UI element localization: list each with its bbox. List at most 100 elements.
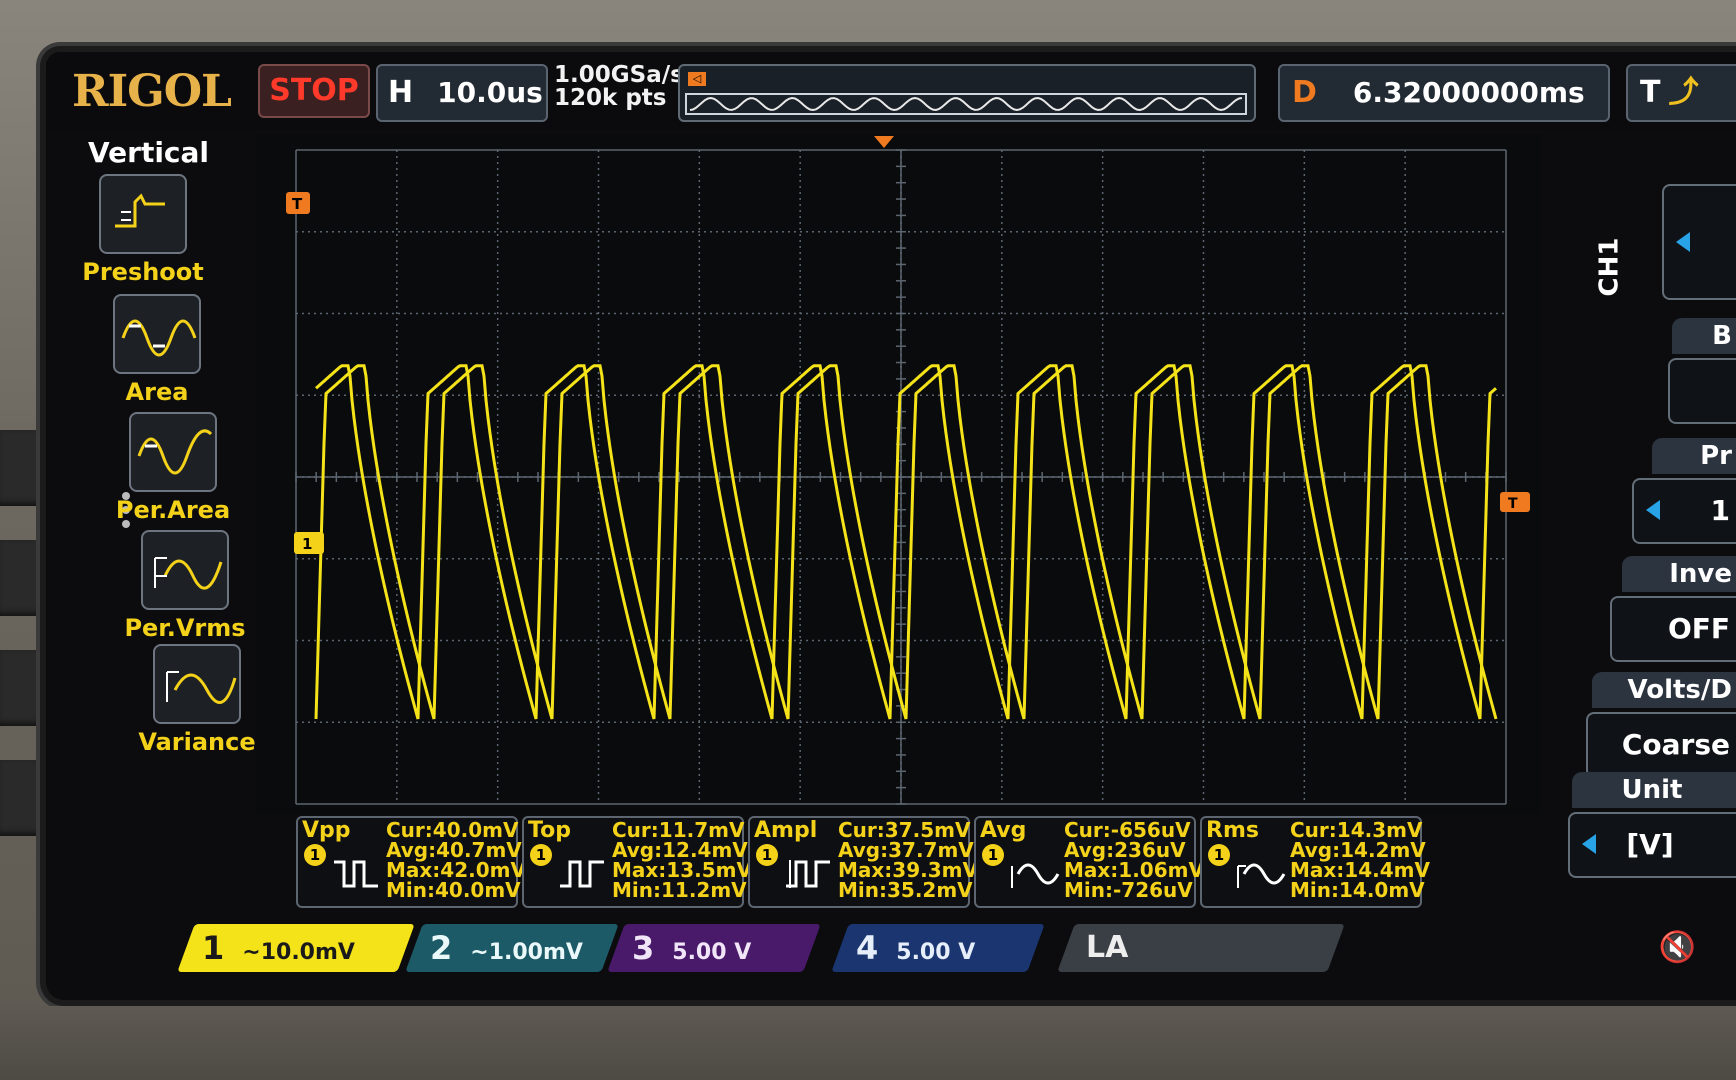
- logic-analyzer-label: LA: [1086, 930, 1129, 965]
- measurement-channel-badge: 1: [1208, 844, 1230, 866]
- pulse-icon: [560, 860, 604, 888]
- timebase-box[interactable]: H 10.0us: [376, 64, 548, 122]
- menu-value-invert[interactable]: OFF: [1610, 596, 1736, 662]
- menu-item-area[interactable]: Area: [52, 294, 262, 406]
- left-softkey-menu: Vertical Preshoot Area Per.Area Per.Vrms: [46, 132, 256, 872]
- period-area-icon: [129, 412, 217, 492]
- area-icon: [113, 294, 201, 374]
- channel-scale: 5.00 V: [896, 940, 976, 965]
- ch1-ground-marker[interactable]: 1: [294, 532, 324, 554]
- timebase-label: H: [388, 75, 414, 110]
- measurement-cur: Cur:40.0mV: [386, 818, 519, 842]
- preshoot-icon: [99, 174, 187, 254]
- menu-item-preshoot[interactable]: Preshoot: [46, 174, 248, 286]
- measurement-channel-badge: 1: [530, 844, 552, 866]
- status-bar: RIGOL STOP H 10.0us 1.00GSa/s 120k pts ◁ …: [46, 52, 1736, 130]
- channel-number: 3: [632, 929, 655, 967]
- rising-edge-icon: ⤴: [1668, 75, 1699, 110]
- brand-logo: RIGOL: [72, 66, 232, 117]
- waveform-display[interactable]: T 1 T: [256, 134, 1541, 814]
- pulse-icon: [786, 860, 830, 888]
- channel-4-tab[interactable]: 4 5.00 V: [831, 924, 1045, 972]
- channel-number: 1: [202, 929, 225, 967]
- measurement-cur: Cur:-656uV: [1064, 818, 1191, 842]
- channel-1-tab[interactable]: 1 ~10.0mV: [177, 924, 415, 972]
- timebase-value: 10.0us: [437, 76, 543, 109]
- measurement-max: Max:1.06mV: [1064, 858, 1204, 882]
- menu-item-per-area[interactable]: Per.Area: [68, 412, 278, 524]
- measurement-vpp[interactable]: Vpp 1 Cur:40.0mV Avg:40.7mV Max:42.0mV M…: [296, 816, 526, 908]
- svg-text:T: T: [292, 195, 303, 213]
- left-arrow-icon: [1646, 500, 1660, 520]
- menu-value-probe[interactable]: 1: [1632, 478, 1736, 544]
- measurement-max: Max:39.3mV: [838, 858, 978, 882]
- measurement-channel-badge: 1: [304, 844, 326, 866]
- memory-depth: 120k pts: [554, 85, 667, 111]
- menu-value-b[interactable]: [1668, 358, 1736, 424]
- delay-box[interactable]: D 6.32000000ms: [1278, 64, 1610, 122]
- sample-rate: 1.00GSa/s: [554, 62, 684, 88]
- channel-menu-header: [1662, 184, 1736, 300]
- menu-item-label: Per.Area: [115, 496, 231, 524]
- delay-value: 6.32000000ms: [1352, 76, 1585, 109]
- measurement-avg: Avg:37.7mV: [838, 838, 974, 862]
- measurement-values: Cur:14.3mV Avg:14.2mV Max:14.4mV Min:14.…: [1290, 820, 1430, 900]
- measurement-name: Top: [528, 818, 571, 843]
- measurement-avg: Avg:12.4mV: [612, 838, 748, 862]
- measurement-panel: Vpp 1 Cur:40.0mV Avg:40.7mV Max:42.0mV M…: [296, 816, 1596, 912]
- measurement-name: Rms: [1206, 818, 1259, 843]
- trigger-level-marker[interactable]: T: [1500, 492, 1530, 512]
- trigger-box[interactable]: T ⤴: [1626, 64, 1736, 122]
- pulse-icon: [334, 860, 378, 888]
- measurement-name: Ampl: [754, 818, 818, 843]
- measurement-values: Cur:11.7mV Avg:12.4mV Max:13.5mV Min:11.…: [612, 820, 752, 900]
- menu-title-volts-div: Volts/D: [1592, 672, 1736, 708]
- channel-status-bar: 1 ~10.0mV 2 ~1.00mV 3 5.00 V 4 5.00 V LA 🔇: [146, 924, 1736, 976]
- measurement-name: Vpp: [302, 818, 351, 843]
- menu-title-probe: Pr: [1652, 438, 1736, 474]
- measurement-avg[interactable]: Avg 1 Cur:-656uV Avg:236uV Max:1.06mV Mi…: [974, 816, 1204, 908]
- measurement-max: Max:14.4mV: [1290, 858, 1430, 882]
- menu-title-b: B: [1672, 318, 1736, 354]
- measurement-cur: Cur:37.5mV: [838, 818, 971, 842]
- channel-2-tab[interactable]: 2 ~1.00mV: [405, 924, 619, 972]
- channel-menu-title: CH1: [1594, 237, 1625, 297]
- measurement-name: Avg: [980, 818, 1027, 843]
- speaker-muted-icon[interactable]: 🔇: [1659, 930, 1696, 965]
- measurement-min: Min:-726uV: [1064, 878, 1193, 902]
- measurement-avg: Avg:236uV: [1064, 838, 1186, 862]
- measurement-top[interactable]: Top 1 Cur:11.7mV Avg:12.4mV Max:13.5mV M…: [522, 816, 752, 908]
- bezel-bottom: [0, 1006, 1736, 1080]
- acquisition-info: 1.00GSa/s 120k pts: [554, 64, 684, 110]
- measurement-channel-badge: 1: [756, 844, 778, 866]
- measurement-cur: Cur:11.7mV: [612, 818, 745, 842]
- sine-icon: [1237, 863, 1286, 888]
- run-stop-status[interactable]: STOP: [258, 64, 370, 118]
- measurement-min: Min:35.2mV: [838, 878, 973, 902]
- trigger-label: T: [1640, 75, 1661, 110]
- channel-3-tab[interactable]: 3 5.00 V: [607, 924, 821, 972]
- channel-scale: ~10.0mV: [242, 940, 355, 965]
- menu-title-unit: Unit: [1572, 772, 1736, 808]
- measurement-values: Cur:-656uV Avg:236uV Max:1.06mV Min:-726…: [1064, 820, 1204, 900]
- memory-waveform-preview: [685, 93, 1247, 115]
- measurement-max: Max:42.0mV: [386, 858, 526, 882]
- period-vrms-icon: [141, 530, 229, 610]
- measurement-min: Min:40.0mV: [386, 878, 521, 902]
- trigger-left-marker[interactable]: T: [286, 192, 310, 214]
- measurement-min: Min:11.2mV: [612, 878, 747, 902]
- waveform-grid: T 1 T: [256, 134, 1541, 814]
- sine-icon: [1011, 863, 1060, 888]
- measurement-rms[interactable]: Rms 1 Cur:14.3mV Avg:14.2mV Max:14.4mV M…: [1200, 816, 1430, 908]
- measurement-ampl[interactable]: Ampl 1 Cur:37.5mV Avg:37.7mV Max:39.3mV …: [748, 816, 978, 908]
- measurement-values: Cur:37.5mV Avg:37.7mV Max:39.3mV Min:35.…: [838, 820, 978, 900]
- svg-text:T: T: [1508, 496, 1518, 512]
- menu-value-volts-div[interactable]: Coarse: [1586, 712, 1736, 778]
- measurement-avg: Avg:40.7mV: [386, 838, 522, 862]
- measurement-max: Max:13.5mV: [612, 858, 752, 882]
- menu-item-label: Area: [125, 378, 189, 406]
- menu-title-invert: Inve: [1622, 556, 1736, 592]
- measurement-avg: Avg:14.2mV: [1290, 838, 1426, 862]
- svg-text:1: 1: [302, 535, 312, 553]
- logic-analyzer-tab[interactable]: LA: [1057, 924, 1345, 972]
